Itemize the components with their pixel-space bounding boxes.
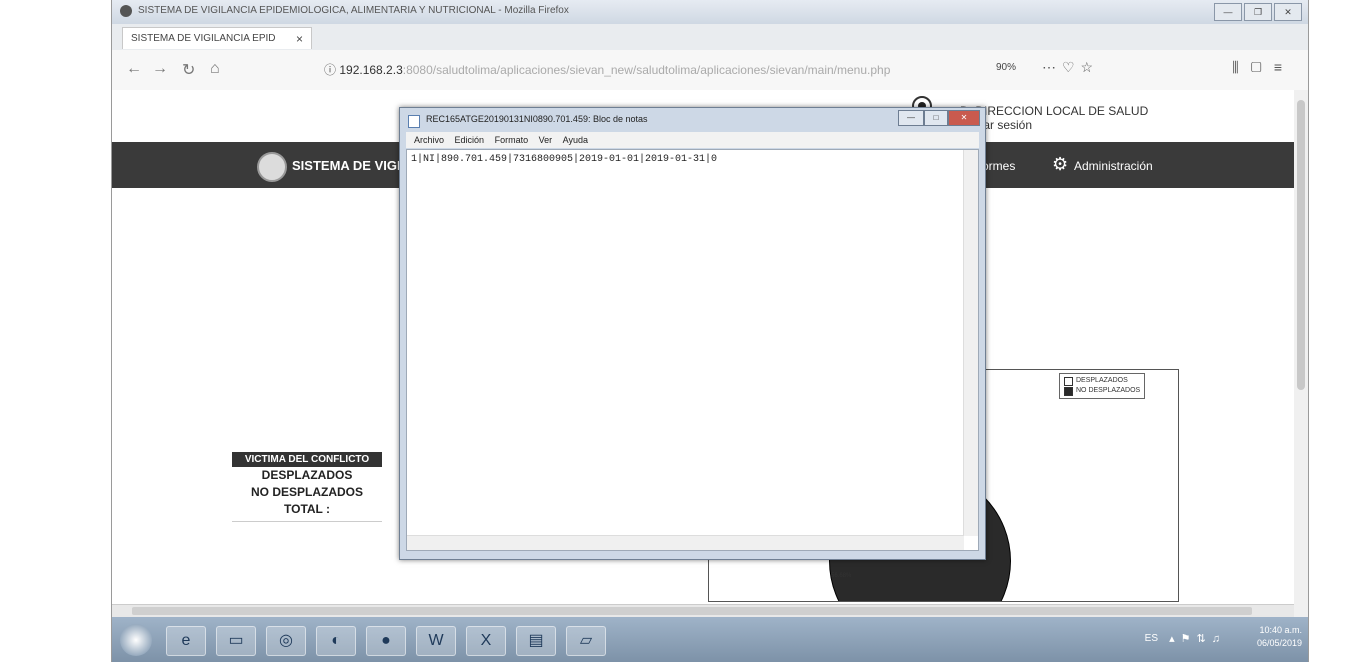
user-label: D: DIRECCION LOCAL DE SALUD — [960, 104, 1149, 118]
reload-icon[interactable]: ↻ — [182, 60, 195, 80]
close-button[interactable]: ✕ — [1274, 3, 1302, 21]
window-controls: — ❐ ✕ — [1214, 3, 1302, 21]
close-tab-icon[interactable]: × — [296, 28, 303, 50]
menu-archivo[interactable]: Archivo — [414, 135, 444, 145]
legend-desplazados: DESPLAZADOS — [1064, 376, 1140, 386]
minimize-button[interactable]: — — [1214, 3, 1242, 21]
menu-administracion[interactable]: Administración — [1074, 159, 1153, 173]
notepad-title: REC165ATGE20190131NI0890.701.459: Bloc d… — [426, 114, 648, 124]
screen-icon[interactable]: ▤ — [516, 626, 556, 656]
notepad-close-button[interactable]: ✕ — [948, 110, 980, 126]
notepad-titlebar: REC165ATGE20190131NI0890.701.459: Bloc d… — [400, 108, 985, 132]
notepad-controls: — □ ✕ — [898, 110, 980, 126]
system-tray-icons[interactable]: ▴⚑⇅♫ — [1169, 632, 1226, 645]
brand-title: SISTEMA DE VIGIL — [292, 158, 409, 173]
horizontal-scrollbar[interactable] — [112, 604, 1294, 617]
restore-button[interactable]: ❐ — [1244, 3, 1272, 21]
clock-date: 06/05/2019 — [1256, 638, 1302, 648]
scroll-thumb[interactable] — [132, 607, 1252, 615]
back-icon[interactable]: ← — [126, 60, 142, 78]
window-titlebar: SISTEMA DE VIGILANCIA EPIDEMIOLOGICA, AL… — [112, 0, 1308, 24]
windows-taskbar: e ▭ ◎ ◐ ● W X ▤ ▱ ES ▴⚑⇅♫ 10:40 a.m. 06/… — [112, 617, 1308, 662]
notepad-maximize-button[interactable]: □ — [924, 110, 948, 126]
forward-icon[interactable]: → — [152, 60, 168, 78]
clock[interactable]: 10:40 a.m. 06/05/2019 — [1257, 624, 1302, 650]
gear-icon: ⚙ — [1052, 154, 1069, 174]
row-desplazados: DESPLAZADOS — [261, 468, 353, 482]
victim-table-header: VICTIMA DEL CONFLICTO — [232, 452, 382, 467]
page-actions[interactable]: ⋯♡☆ — [1042, 59, 1099, 76]
legend-label: DESPLAZADOS — [1076, 377, 1128, 384]
row-total: TOTAL : — [284, 502, 330, 516]
menu-formato[interactable]: Formato — [495, 135, 529, 145]
scroll-thumb[interactable] — [1297, 100, 1305, 390]
home-icon[interactable]: ⌂ — [210, 60, 220, 78]
table-divider — [232, 521, 382, 522]
url-host: 192.168.2.3 — [339, 63, 403, 77]
notepad-menubar: Archivo Edición Formato Ver Ayuda — [406, 132, 979, 148]
notepad-icon — [408, 115, 420, 128]
logout-link[interactable]: Cerrar sesión — [960, 118, 1148, 132]
media-icon[interactable]: ◎ — [266, 626, 306, 656]
sievan-logo-icon — [257, 152, 287, 182]
notepad-content: 1|NI|890.701.459|7316800905|2019-01-01|2… — [411, 154, 718, 165]
user-info: D: DIRECCION LOCAL DE SALUD Cerrar sesió… — [912, 96, 1149, 132]
chrome-icon[interactable]: ◐ — [316, 626, 356, 656]
navigation-bar: ← → ↻ ⌂ ⓘ 192.168.2.3:8080/saludtolima/a… — [112, 50, 1308, 91]
word-icon[interactable]: W — [416, 626, 456, 656]
victim-table: VICTIMA DEL CONFLICTO DESPLAZADOS NO DES… — [232, 452, 382, 522]
firefox-taskbar-icon[interactable]: ● — [366, 626, 406, 656]
explorer-icon[interactable]: ▭ — [216, 626, 256, 656]
notepad-minimize-button[interactable]: — — [898, 110, 924, 126]
menu-ver[interactable]: Ver — [539, 135, 553, 145]
notepad-window: REC165ATGE20190131NI0890.701.459: Bloc d… — [399, 107, 986, 560]
tab-bar: SISTEMA DE VIGILANCIA EPID × — [112, 24, 1308, 50]
window-title: SISTEMA DE VIGILANCIA EPIDEMIOLOGICA, AL… — [138, 5, 569, 16]
start-button[interactable] — [120, 624, 152, 656]
notepad-taskbar-icon[interactable]: ▱ — [566, 626, 606, 656]
legend-label: NO DESPLAZADOS — [1076, 387, 1141, 394]
excel-icon[interactable]: X — [466, 626, 506, 656]
menu-edicion[interactable]: Edición — [455, 135, 485, 145]
tab-sievan[interactable]: SISTEMA DE VIGILANCIA EPID × — [122, 27, 312, 49]
language-indicator[interactable]: ES — [1145, 633, 1158, 644]
zoom-level[interactable]: 90% — [996, 62, 1016, 73]
firefox-icon — [120, 5, 132, 17]
toolbar-icons[interactable]: ⫼▢≡ — [1232, 59, 1294, 76]
pie-percent-label: 56.68% — [831, 573, 852, 579]
row-no-desplazados: NO DESPLAZADOS — [250, 485, 363, 499]
chart-legend: DESPLAZADOS NO DESPLAZADOS — [1059, 373, 1146, 399]
tab-label: SISTEMA DE VIGILANCIA EPID — [131, 33, 276, 44]
url-bar[interactable]: ⓘ 192.168.2.3:8080/saludtolima/aplicacio… — [324, 59, 1064, 81]
notepad-vertical-scrollbar[interactable] — [963, 150, 978, 536]
vertical-scrollbar[interactable] — [1294, 90, 1308, 617]
ie-icon[interactable]: e — [166, 626, 206, 656]
clock-time: 10:40 a.m. — [1259, 625, 1302, 635]
notepad-text-area[interactable]: 1|NI|890.701.459|7316800905|2019-01-01|2… — [406, 149, 979, 551]
notepad-horizontal-scrollbar[interactable] — [407, 535, 964, 550]
menu-ayuda[interactable]: Ayuda — [563, 135, 588, 145]
url-path: :8080/saludtolima/aplicaciones/sievan_ne… — [402, 63, 891, 77]
legend-no-desplazados: NO DESPLAZADOS — [1064, 386, 1140, 396]
legend-swatch-white — [1064, 376, 1073, 386]
legend-swatch-dark — [1064, 386, 1073, 396]
info-icon[interactable]: ⓘ — [324, 63, 339, 77]
